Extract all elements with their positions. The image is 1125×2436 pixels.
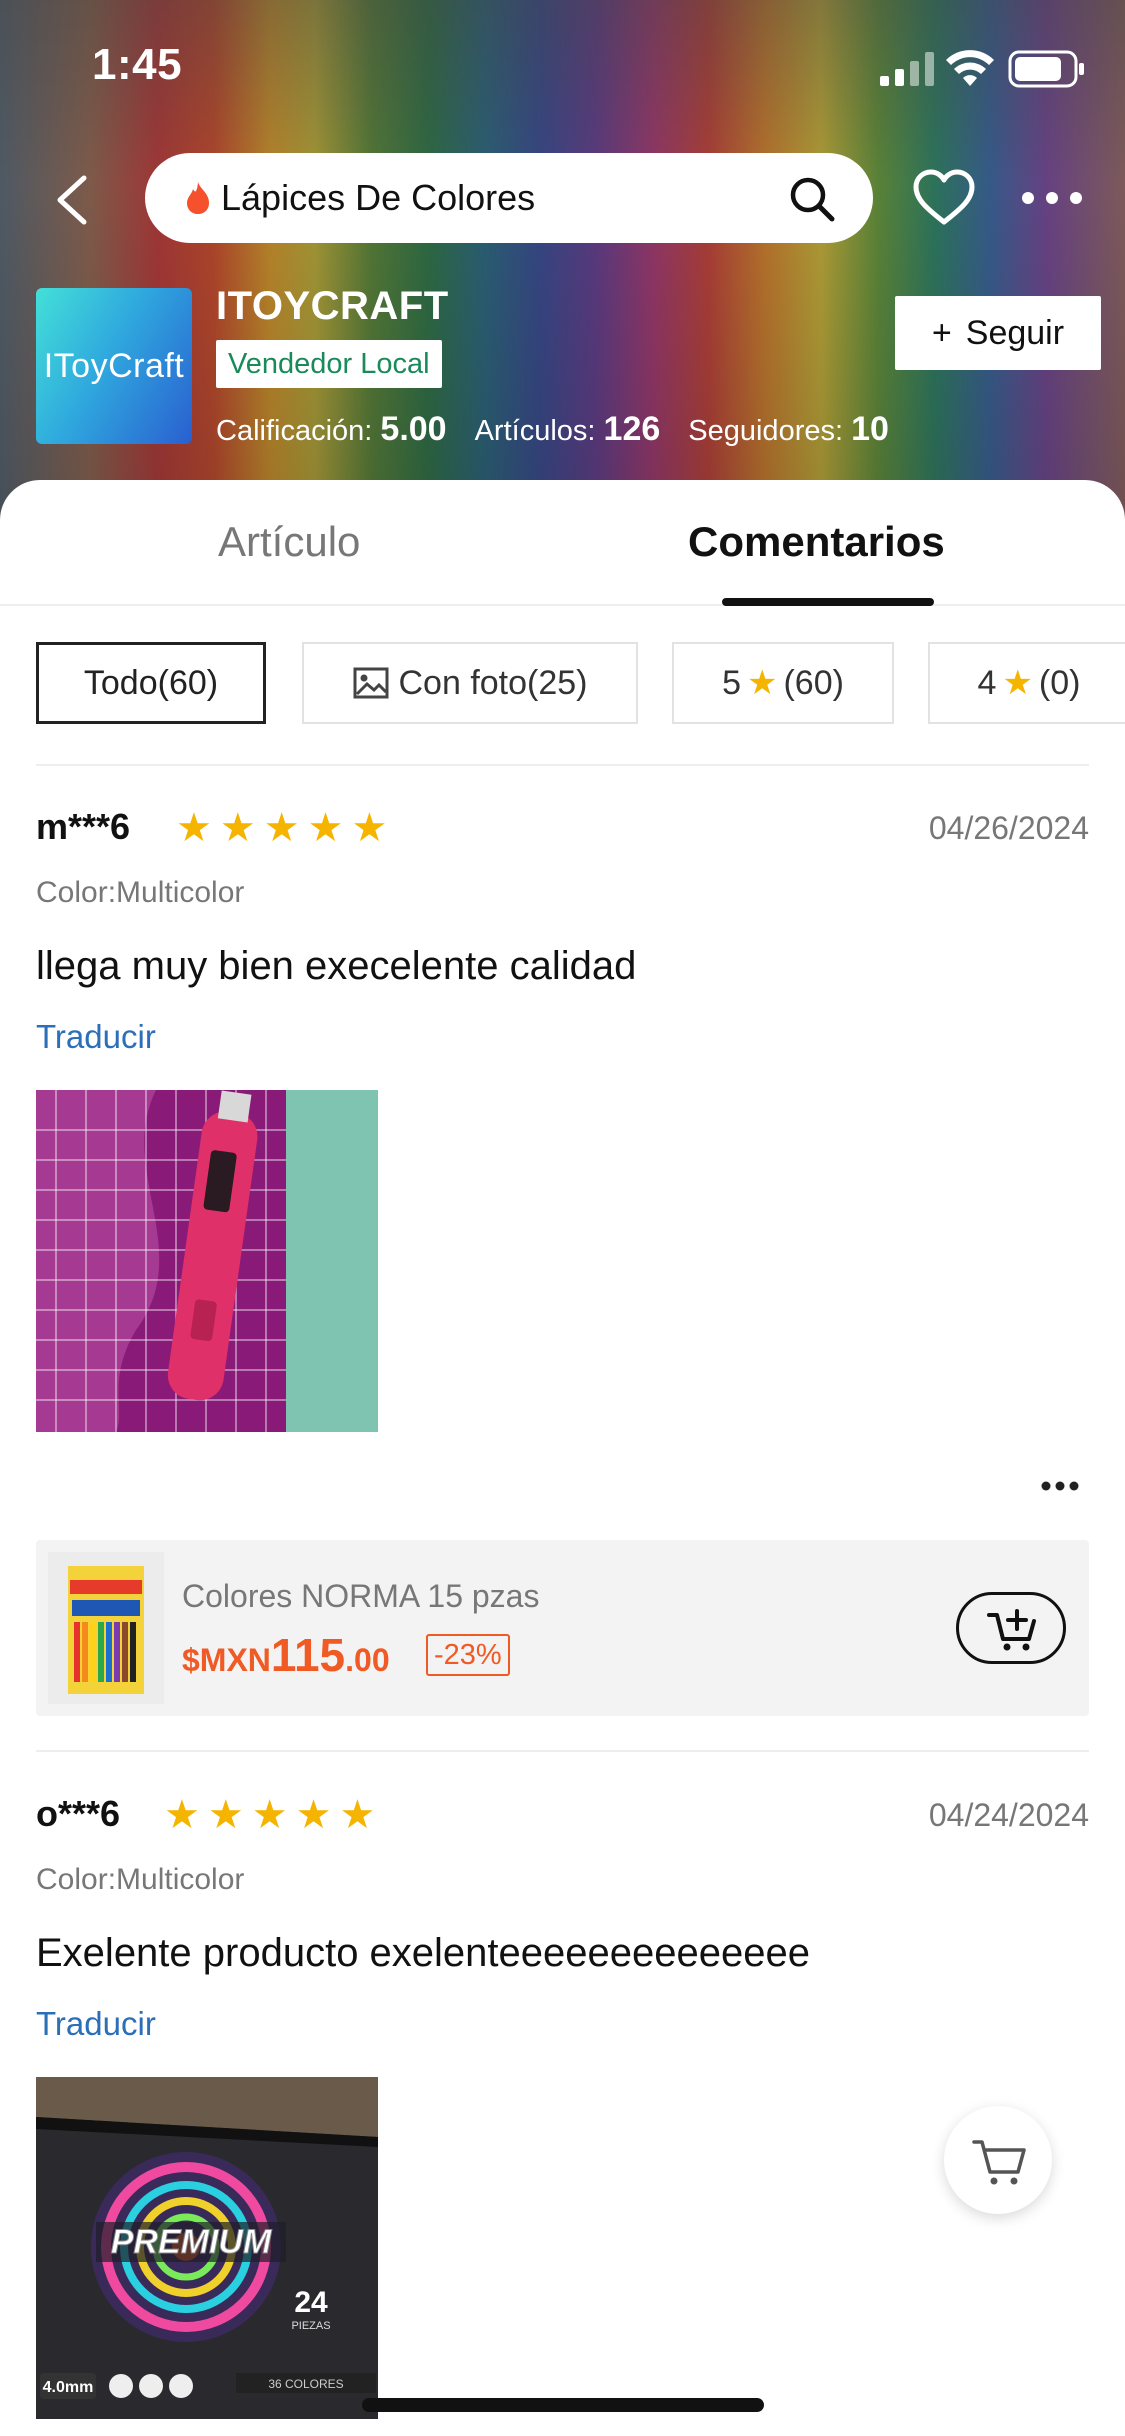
review-username: o***6 (36, 1793, 121, 1834)
star-icon: ★ (1002, 664, 1033, 702)
review-item: o***6 ★ ★ ★ ★ ★ 04/24/2024 Color:Multico… (36, 1793, 1089, 2433)
follow-button[interactable]: + Seguir (895, 296, 1101, 370)
review-photo-image (36, 1090, 378, 1432)
heart-icon[interactable] (912, 168, 976, 228)
review-variant: Color:Multicolor (36, 1863, 245, 1896)
review-text: llega muy bien execelente calidad (36, 944, 637, 988)
review-photo[interactable]: PREMIUM 24 PIEZAS 4.0mm 36 COLORES (36, 2077, 378, 2419)
filter-with-photo-label: Con foto(25) (398, 663, 588, 702)
tab-comentarios[interactable]: Comentarios (688, 518, 945, 566)
items-value: 126 (603, 410, 661, 448)
rating-value: 5.00 (380, 410, 447, 448)
price-currency: $MXN (182, 1642, 271, 1678)
star-icon: ★ (307, 806, 344, 850)
star-icon: ★ (251, 1793, 288, 1837)
add-to-cart-button[interactable] (956, 1592, 1066, 1664)
star-icon: ★ (164, 1793, 200, 1837)
filter-all-label: Todo(60) (83, 663, 219, 702)
svg-text:4.0mm: 4.0mm (43, 2379, 94, 2396)
divider (36, 764, 1089, 766)
review-stars: ★ ★ ★ ★ ★ (176, 808, 387, 848)
tab-articulo[interactable]: Artículo (218, 518, 360, 566)
plus-icon: + (931, 313, 952, 352)
star-icon: ★ (295, 1793, 332, 1837)
image-icon (353, 667, 388, 699)
product-card[interactable]: Colores NORMA 15 pzas $MXN 115 .00 -23% (36, 1540, 1089, 1716)
product-price: $MXN 115 .00 (182, 1628, 390, 1682)
filter-4-stars-value: 4 (977, 663, 997, 702)
price-decimal: .00 (345, 1642, 390, 1678)
product-thumbnail (48, 1552, 164, 1704)
star-icon: ★ (207, 1793, 244, 1837)
flame-icon (187, 182, 209, 214)
review-variant: Color:Multicolor (36, 876, 245, 909)
review-photo[interactable] (36, 1090, 378, 1432)
review-username: m***6 (36, 806, 131, 847)
status-bar: 1:45 (0, 0, 1125, 140)
search-text: Lápices De Colores (221, 177, 536, 218)
cart-plus-icon (987, 1609, 1036, 1651)
translate-link[interactable]: Traducir (36, 2005, 156, 2043)
follow-label: Seguir (965, 313, 1065, 352)
home-indicator (362, 2398, 764, 2412)
shop-logo-text: IToyCraft (43, 346, 185, 385)
translate-link[interactable]: Traducir (36, 1018, 156, 1056)
review-stars: ★ ★ ★ ★ ★ (164, 1795, 375, 1835)
review-filters: Todo(60) Con foto(25) 5 ★ (60) 4 ★ (0) (36, 642, 1125, 724)
search-icon[interactable] (789, 176, 835, 222)
more-icon[interactable] (1020, 186, 1084, 210)
filter-with-photo[interactable]: Con foto(25) (302, 642, 638, 724)
items-stat: Artículos: 126 (475, 410, 661, 449)
wifi-icon (946, 50, 994, 86)
followers-stat: Seguidores: 10 (688, 410, 889, 449)
battery-icon (1008, 50, 1084, 88)
review-more-icon[interactable] (1040, 1480, 1080, 1492)
review-photo-image: PREMIUM 24 PIEZAS 4.0mm 36 COLORES (36, 2077, 378, 2419)
shop-stats: Calificación: 5.00 Artículos: 126 Seguid… (216, 410, 889, 449)
price-integer: 115 (270, 1629, 346, 1681)
review-date: 04/24/2024 (928, 1797, 1089, 1833)
active-tab-indicator (722, 598, 934, 606)
cart-icon (972, 2140, 1026, 2185)
svg-text:PREMIUM: PREMIUM (111, 2223, 272, 2261)
review-date: 04/26/2024 (928, 810, 1089, 846)
star-icon: ★ (176, 806, 212, 850)
signal-icon (880, 52, 934, 86)
product-thumbnail-image (48, 1552, 164, 1704)
search-bar[interactable]: Lápices De Colores (145, 153, 873, 243)
star-icon: ★ (351, 806, 388, 850)
rating-label: Calificación: (216, 415, 373, 447)
review-text: Exelente producto exelenteeeeeeeeeeeeee (36, 1931, 810, 1975)
svg-text:PIEZAS: PIEZAS (291, 2320, 330, 2332)
svg-text:36 COLORES: 36 COLORES (268, 2377, 343, 2391)
filter-all[interactable]: Todo(60) (36, 642, 266, 724)
app-root: 1:45 Lápices De Colores IToyCraft ITOYCR… (0, 0, 1125, 2436)
floating-cart-button[interactable] (944, 2106, 1052, 2214)
local-seller-badge: Vendedor Local (216, 340, 442, 388)
svg-text:24: 24 (294, 2286, 328, 2319)
star-icon: ★ (263, 806, 300, 850)
divider (36, 1750, 1089, 1752)
filter-4-stars-count: (0) (1038, 663, 1081, 702)
items-label: Artículos: (474, 415, 596, 447)
shop-logo[interactable]: IToyCraft (36, 288, 192, 444)
followers-label: Seguidores: (688, 415, 844, 447)
back-arrow-icon[interactable] (48, 170, 96, 230)
followers-value: 10 (851, 410, 889, 448)
discount-badge: -23% (426, 1634, 510, 1676)
star-icon: ★ (746, 664, 778, 702)
rating-stat: Calificación: 5.00 (216, 410, 447, 449)
star-icon: ★ (339, 1793, 376, 1837)
filter-4-stars[interactable]: 4 ★ (0) (928, 642, 1125, 724)
tab-bar: Artículo Comentarios (0, 480, 1125, 606)
star-icon: ★ (219, 806, 256, 850)
status-time: 1:45 (92, 40, 183, 89)
filter-5-stars-value: 5 (722, 663, 741, 702)
filter-5-stars-count: (60) (783, 663, 844, 702)
review-item: m***6 ★ ★ ★ ★ ★ 04/26/2024 Color:Multico… (36, 806, 1089, 1446)
product-name: Colores NORMA 15 pzas (182, 1578, 540, 1614)
filter-5-stars[interactable]: 5 ★ (60) (672, 642, 894, 724)
shop-name: ITOYCRAFT (216, 284, 449, 328)
